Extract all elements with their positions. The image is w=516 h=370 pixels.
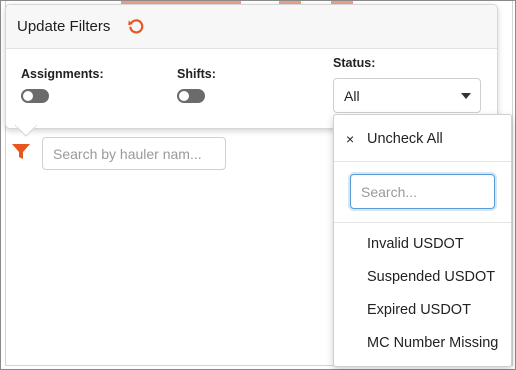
popover-pointer [15,125,37,137]
status-select[interactable]: All [333,78,481,113]
status-label: Status: [333,56,376,70]
option-label: Expired USDOT [367,302,471,318]
option-label: MC Number Missing [367,335,499,351]
popover-title: Update Filters [17,18,111,35]
shifts-label: Shifts: [177,67,216,81]
status-option-mc-number-missing[interactable]: MC Number Missing [334,328,511,358]
toggle-knob [179,91,189,101]
divider [334,222,511,223]
uncheck-all-label: Uncheck All [367,131,443,147]
uncheck-all-button[interactable]: × Uncheck All [334,115,511,161]
status-search-input[interactable] [350,174,495,209]
close-icon: × [346,131,355,147]
popover-header: Update Filters [6,5,497,49]
toggle-knob [23,91,33,101]
option-label: Invalid USDOT [367,236,464,252]
status-dropdown-menu: × Uncheck All Invalid USDOT Suspended US… [333,114,512,367]
refresh-icon[interactable] [127,17,145,35]
hauler-search-input[interactable] [42,137,226,170]
status-option-expired-usdot[interactable]: Expired USDOT [334,295,511,325]
assignments-toggle[interactable] [21,89,49,103]
assignments-label: Assignments: [21,67,104,81]
shifts-toggle[interactable] [177,89,205,103]
funnel-icon[interactable] [11,143,31,161]
status-select-value: All [344,88,360,104]
status-option-invalid-usdot[interactable]: Invalid USDOT [334,229,511,259]
status-option-suspended-usdot[interactable]: Suspended USDOT [334,262,511,292]
chevron-down-icon [461,93,471,99]
divider [334,161,511,162]
option-label: Suspended USDOT [367,269,496,285]
